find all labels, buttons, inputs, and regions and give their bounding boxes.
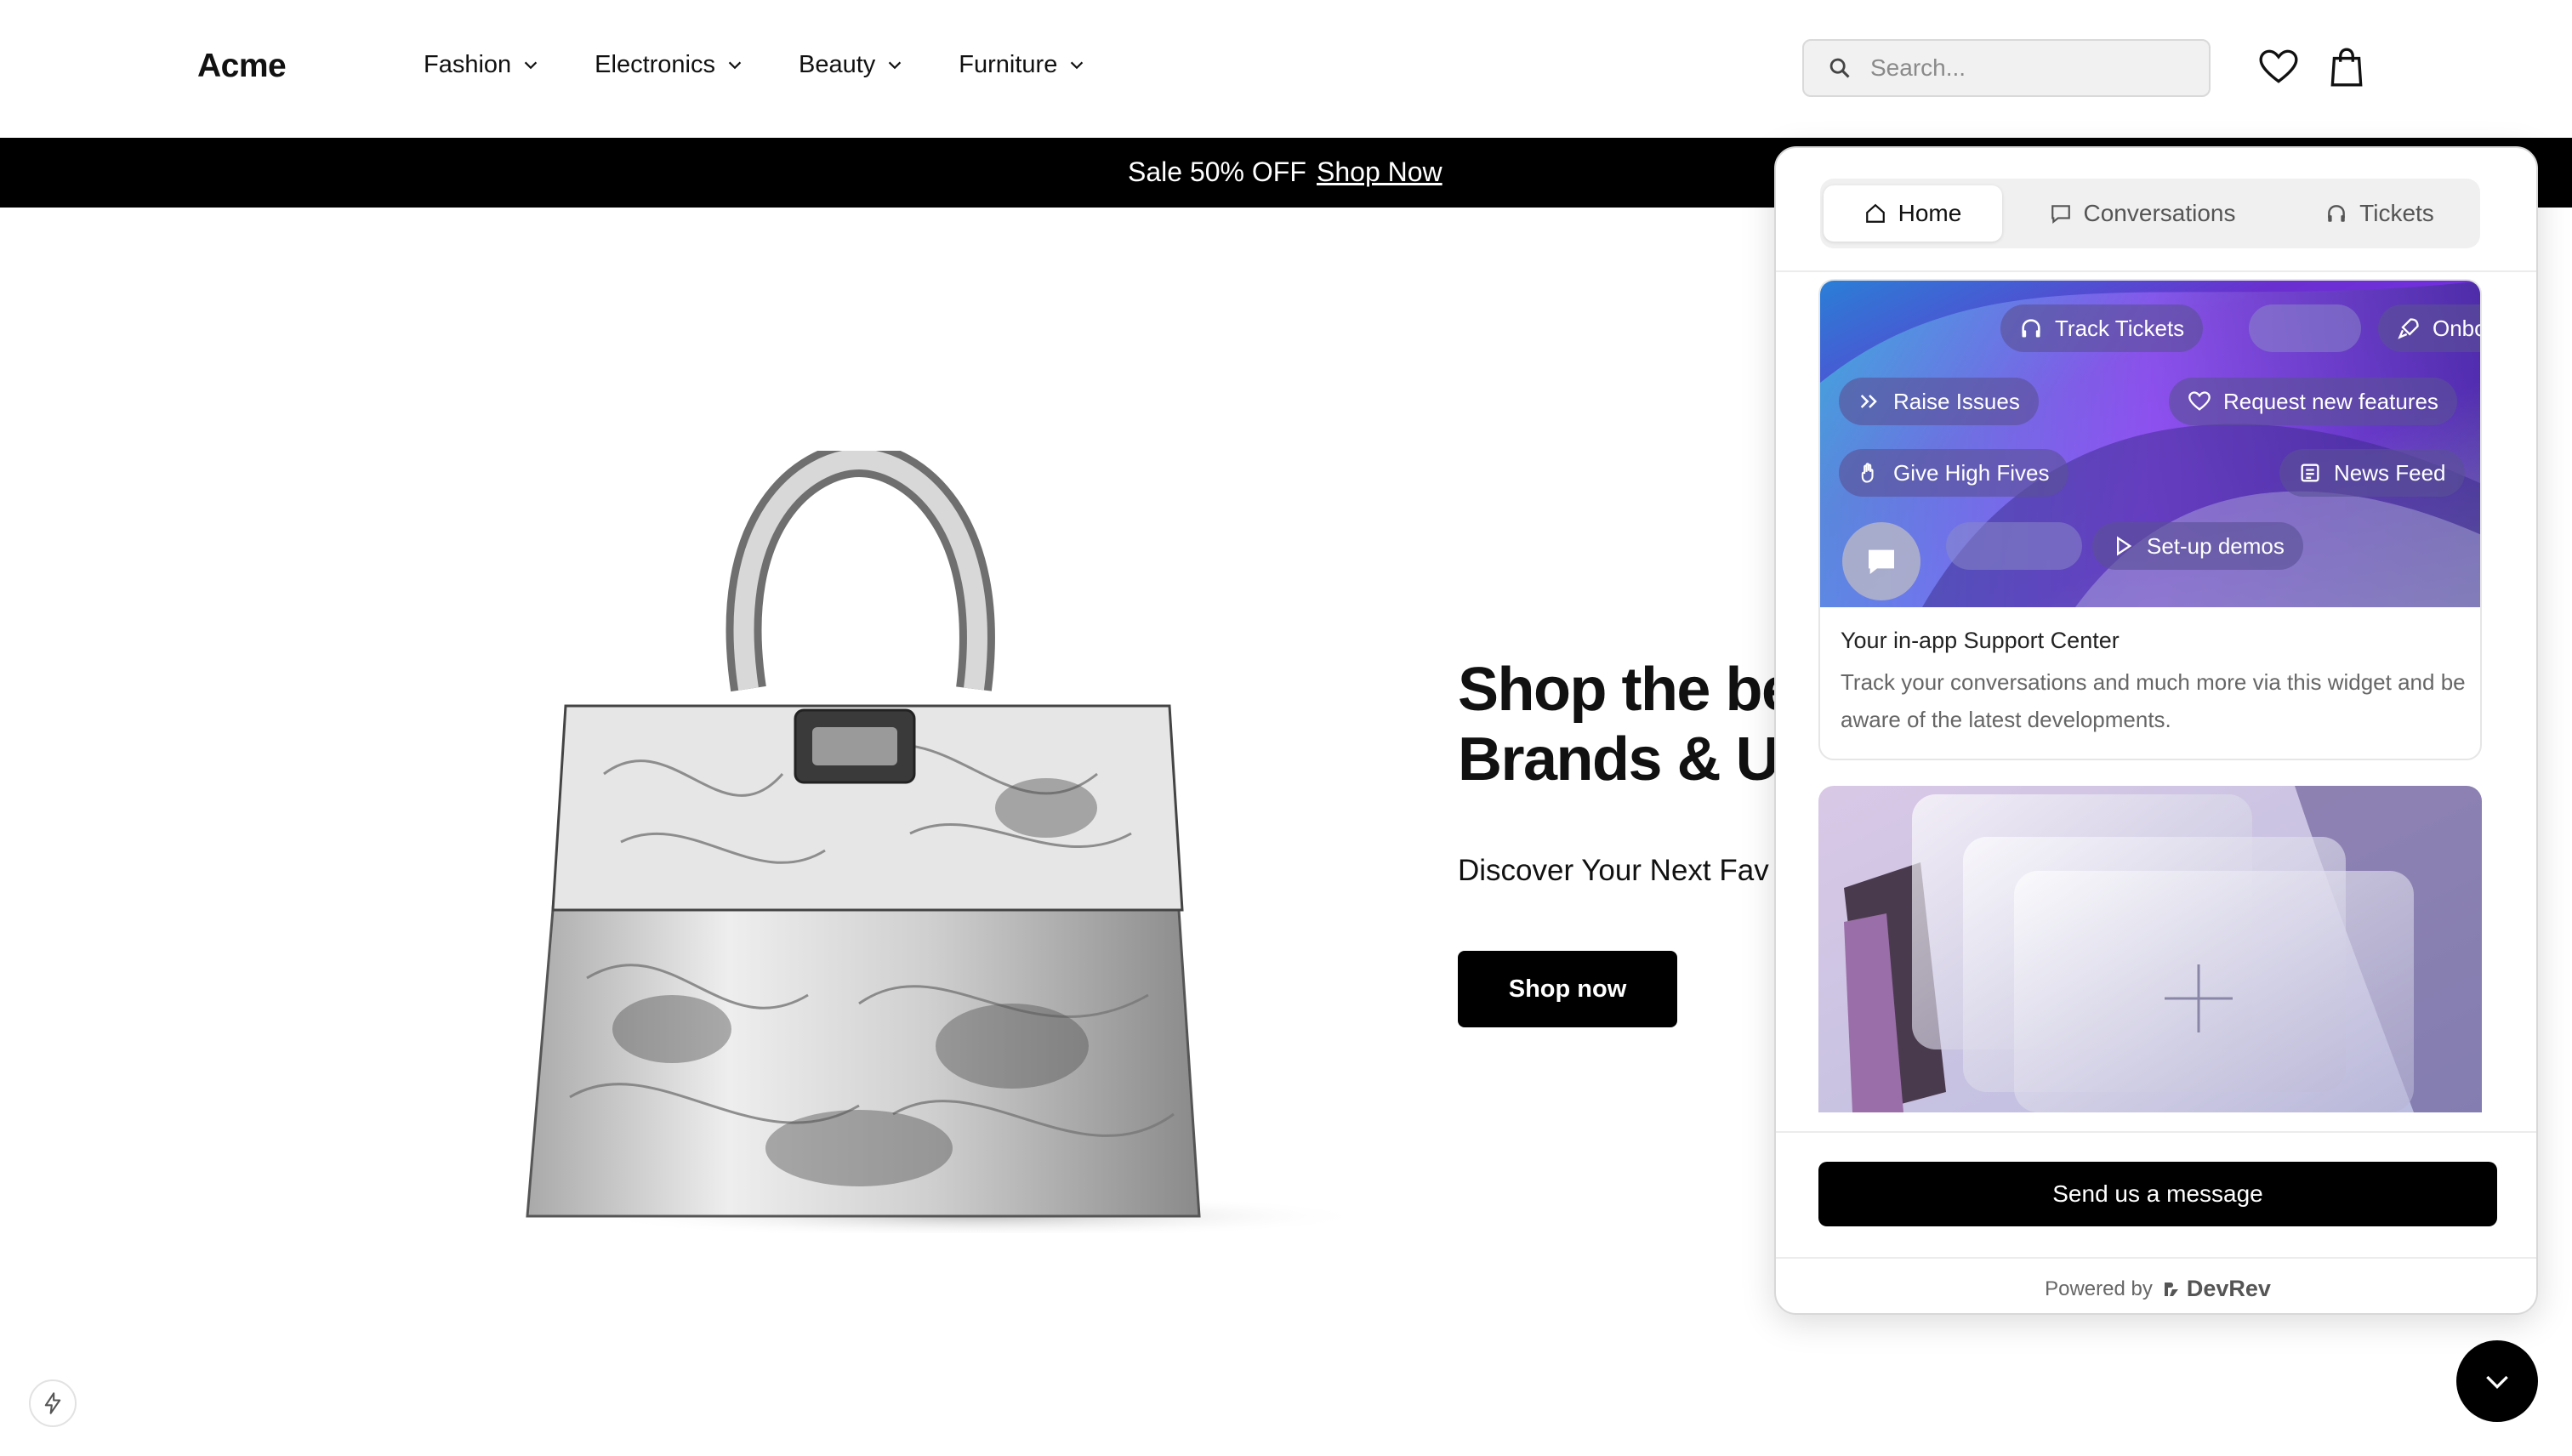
site-header: Acme Fashion Electronics Beauty Furnitur… (0, 0, 2572, 138)
support-widget: Home Conversations Tickets Track Tickets… (1774, 146, 2538, 1315)
logo[interactable]: Acme (197, 48, 287, 85)
rocket-icon (2398, 318, 2419, 339)
nav-label: Beauty (799, 51, 876, 78)
nav-label: Fashion (424, 51, 512, 78)
quick-action-button[interactable] (29, 1379, 77, 1427)
hero-subtitle: Discover Your Next Fav (1458, 854, 1769, 887)
pill-label: Raise Issues (1893, 388, 2020, 414)
newspaper-icon (2301, 464, 2319, 482)
heart-icon (2188, 391, 2211, 411)
give-high-fives-pill[interactable]: Give High Fives (1839, 449, 2068, 497)
devrev-brand[interactable]: DevRev (2161, 1276, 2271, 1302)
chat-bubble (1842, 522, 1920, 600)
chevron-down-icon (2486, 1375, 2508, 1390)
search-icon (1829, 58, 1850, 78)
widget-tabs: Home Conversations Tickets (1820, 179, 2480, 248)
search-input[interactable] (1870, 54, 2194, 82)
brand-label: DevRev (2186, 1276, 2271, 1301)
bolt-icon (44, 1392, 61, 1414)
chat-icon (2051, 205, 2070, 225)
placeholder-pill (2249, 304, 2361, 352)
raise-issues-pill[interactable]: Raise Issues (1839, 378, 2039, 425)
widget-toggle-button[interactable] (2456, 1340, 2538, 1422)
nav-item-fashion[interactable]: Fashion (424, 51, 540, 79)
tab-label: Conversations (2083, 200, 2236, 226)
handbag-image (526, 451, 1369, 1233)
hero-title: Shop the be Brands & Ur (1458, 655, 1802, 794)
devrev-logo-icon (2164, 1282, 2178, 1296)
powered-by: Powered by DevRev (1776, 1276, 2536, 1302)
placeholder-pill (1946, 522, 2082, 570)
chevron-down-icon (524, 61, 538, 69)
tab-label: Home (1898, 200, 1962, 226)
tab-tickets[interactable]: Tickets (2283, 185, 2477, 242)
chevron-down-icon (1071, 61, 1084, 69)
shop-now-link[interactable]: Shop Now (1317, 156, 1442, 188)
tab-home[interactable]: Home (1824, 185, 2002, 242)
track-tickets-pill[interactable]: Track Tickets (2000, 304, 2204, 352)
powered-by-label: Powered by (2045, 1277, 2153, 1300)
tab-label: Tickets (2359, 200, 2434, 226)
message-icon (1869, 549, 1894, 574)
promo-text: Sale 50% OFF (1128, 156, 1306, 187)
hero-title-line: Shop the be (1458, 656, 1795, 724)
wishlist-button[interactable] (2256, 44, 2302, 90)
divider (1776, 1257, 2536, 1259)
heart-icon (2259, 49, 2298, 83)
page: Acme Fashion Electronics Beauty Furnitur… (0, 0, 2572, 1456)
nav-label: Furniture (959, 51, 1058, 78)
divider (1776, 1131, 2536, 1133)
headphones-icon (2328, 205, 2346, 222)
card-description: Track your conversations and much more v… (1841, 669, 2466, 732)
secondary-card[interactable] (1818, 786, 2482, 1112)
double-chevron-right-icon (1860, 395, 1877, 408)
request-features-pill[interactable]: Request new features (2169, 378, 2457, 425)
clap-icon (1861, 463, 1874, 483)
nav-item-electronics[interactable]: Electronics (595, 51, 744, 79)
home-icon (1865, 203, 1885, 223)
news-feed-pill[interactable]: News Feed (2279, 449, 2465, 497)
pill-label: Onbo (2433, 315, 2482, 341)
cart-button[interactable] (2324, 44, 2370, 90)
play-icon (2117, 536, 2132, 556)
support-center-card[interactable]: Track Tickets Onbo Raise Issues Request … (1818, 279, 2482, 760)
nav-item-furniture[interactable]: Furniture (959, 51, 1086, 79)
nav-item-beauty[interactable]: Beauty (799, 51, 904, 79)
card-title: Your in-app Support Center (1841, 628, 2120, 653)
send-message-button[interactable]: Send us a message (1818, 1162, 2497, 1226)
pill-label: Track Tickets (2055, 315, 2185, 341)
pill-label: Request new features (2223, 388, 2438, 414)
tab-conversations[interactable]: Conversations (2019, 185, 2266, 242)
secondary-card-art (1818, 786, 2482, 1112)
setup-demos-pill[interactable]: Set-up demos (2092, 522, 2303, 570)
divider (1776, 270, 2536, 272)
chevron-down-icon (889, 61, 902, 69)
shopping-bag-icon (2330, 48, 2363, 87)
pill-label: News Feed (2334, 459, 2446, 486)
nav-label: Electronics (595, 51, 715, 78)
headphones-icon (2022, 319, 2040, 338)
pill-label: Give High Fives (1893, 459, 2050, 486)
search-box[interactable] (1802, 39, 2211, 97)
main-nav: Fashion Electronics Beauty Furniture (424, 51, 1086, 79)
pill-label: Set-up demos (2147, 532, 2285, 559)
chevron-down-icon (728, 61, 742, 69)
hero-title-line: Brands & Ur (1458, 725, 1802, 793)
shop-now-button[interactable]: Shop now (1458, 951, 1677, 1027)
onboarding-pill[interactable]: Onbo (2378, 304, 2482, 352)
